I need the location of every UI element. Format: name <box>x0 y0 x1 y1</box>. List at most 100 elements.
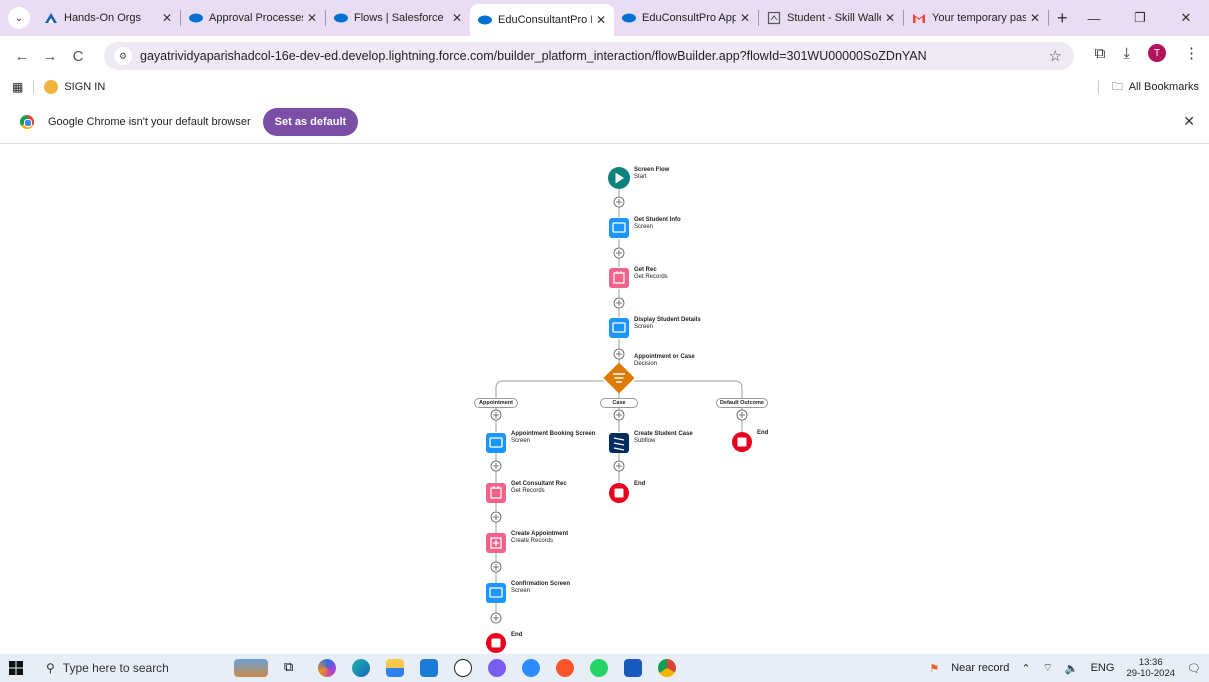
screen-node-confirmation[interactable] <box>486 583 506 603</box>
screen-node-display-student-details[interactable] <box>609 318 629 338</box>
extensions-icon[interactable]: ⧉ <box>1095 45 1106 62</box>
node-label: Screen Flow Start <box>634 167 669 181</box>
menu-kebab-icon[interactable]: ⋮ <box>1184 44 1199 62</box>
node-title: Appointment Booking Screen <box>511 431 596 437</box>
tab-flows[interactable]: Flows | Salesforce ✕ <box>326 4 470 32</box>
photos-icon[interactable] <box>420 659 438 677</box>
chevron-down-icon: ⌄ <box>14 12 24 24</box>
node-label: Get Rec Get Records <box>634 267 668 281</box>
node-label: Appointment Booking Screen Screen <box>511 431 595 445</box>
tray-expand-icon[interactable]: ⌃ <box>1021 662 1030 675</box>
tab-search-button[interactable]: ⌄ <box>8 7 30 29</box>
tab-label: EduConsultantPro Ev <box>498 14 592 26</box>
stop-icon <box>614 488 624 498</box>
url-text[interactable]: gayatrividyaparishadcol-16e-dev-ed.devel… <box>140 49 927 63</box>
restore-icon[interactable]: ❐ <box>1117 10 1163 26</box>
task-view-icon[interactable]: ⧉ <box>284 659 302 677</box>
branch-label-appointment[interactable]: Appointment <box>474 398 518 408</box>
close-icon[interactable]: ✕ <box>740 11 750 25</box>
language-indicator[interactable]: ENG <box>1091 662 1115 674</box>
clock[interactable]: 13:36 29-10-2024 <box>1126 657 1175 679</box>
bookmark-star-icon[interactable]: ☆ <box>1049 47 1062 65</box>
infobar-message: Google Chrome isn't your default browser <box>48 115 251 128</box>
default-browser-infobar: Google Chrome isn't your default browser… <box>0 100 1209 144</box>
close-window-icon[interactable]: ✕ <box>1163 10 1209 26</box>
branch-label-default-outcome[interactable]: Default Outcome <box>716 398 768 408</box>
close-icon[interactable]: ✕ <box>596 13 606 27</box>
screen-node-get-student-info[interactable] <box>609 218 629 238</box>
close-icon[interactable]: ✕ <box>1183 113 1195 130</box>
apps-grid-icon[interactable]: ▦ <box>12 80 23 94</box>
zoom-icon[interactable] <box>522 659 540 677</box>
tab-gmail[interactable]: Your temporary pass ✕ <box>904 4 1048 32</box>
windows-taskbar: ⚲ Type here to search ⧉ ⚑ Near record ⌃ … <box>0 654 1209 682</box>
node-title: End <box>634 481 646 487</box>
reload-icon[interactable]: C <box>64 48 92 65</box>
volume-icon[interactable]: 🔈 <box>1065 662 1079 675</box>
node-title: Appointment or Case <box>634 354 695 360</box>
branch-label-case[interactable]: Case <box>600 398 638 408</box>
gmail-icon <box>912 11 926 25</box>
document-icon <box>767 11 781 25</box>
tab-educonsultantpro[interactable]: EduConsultantPro Ev ✕ <box>470 4 614 36</box>
subflow-node-create-student-case[interactable] <box>609 433 629 453</box>
profile-avatar[interactable]: T <box>1148 44 1166 62</box>
node-label: Get Student Info Screen <box>634 217 681 231</box>
news-widget-icon[interactable] <box>234 659 268 677</box>
node-title: Screen Flow <box>634 167 670 173</box>
word-icon[interactable] <box>624 659 642 677</box>
weather-text[interactable]: Near record <box>951 662 1009 674</box>
node-type: Get Records <box>511 488 545 494</box>
close-icon[interactable]: ✕ <box>1030 11 1040 25</box>
all-bookmarks-label: All Bookmarks <box>1128 81 1199 93</box>
address-bar[interactable]: ⚙ gayatrividyaparishadcol-16e-dev-ed.dev… <box>104 42 1074 70</box>
close-icon[interactable]: ✕ <box>452 11 462 25</box>
back-icon[interactable]: ← <box>8 48 36 65</box>
edge-icon[interactable] <box>352 659 370 677</box>
close-icon[interactable]: ✕ <box>162 11 172 25</box>
whatsapp-icon[interactable] <box>590 659 608 677</box>
app-icon[interactable] <box>488 659 506 677</box>
download-icon[interactable]: ⤓ <box>1123 45 1130 62</box>
tab-educonsultpro-approval[interactable]: EduConsultPro Appr ✕ <box>614 4 758 32</box>
bookmark-favicon-icon <box>44 80 59 94</box>
node-type: Screen <box>511 438 531 444</box>
get-records-node-get-rec[interactable] <box>609 268 629 288</box>
copilot-icon[interactable] <box>318 659 336 677</box>
tab-label: EduConsultPro Appr <box>642 12 736 24</box>
salesforce-cloud-icon <box>189 11 203 25</box>
set-as-default-button[interactable]: Set as default <box>262 107 359 136</box>
all-bookmarks-button[interactable]: 🗀 All Bookmarks <box>1097 78 1199 97</box>
network-icon[interactable]: ⌔ <box>1043 661 1053 675</box>
node-title: Get Student Info <box>634 217 681 223</box>
salesforce-cloud-icon <box>622 11 636 25</box>
brave-icon[interactable] <box>556 659 574 677</box>
salesforce-cloud-icon <box>334 11 348 25</box>
node-title: Create Student Case <box>634 431 693 437</box>
notifications-icon[interactable]: 🗨 <box>1187 662 1201 675</box>
node-title: Create Appointment <box>511 531 569 537</box>
forward-icon[interactable]: → <box>36 48 64 65</box>
bookmark-sign-in[interactable]: SIGN IN <box>44 80 105 94</box>
get-records-node-consultant[interactable] <box>486 483 506 503</box>
tab-student-skill-wallet[interactable]: Student - Skill Wallet ✕ <box>759 4 903 32</box>
flow-builder-canvas[interactable]: Screen Flow Start Get Student Info Screen … <box>0 145 1209 654</box>
close-icon[interactable]: ✕ <box>307 11 317 25</box>
chrome-taskbar-icon[interactable] <box>658 659 676 677</box>
screen-node-appointment-booking[interactable] <box>486 433 506 453</box>
minimize-icon[interactable]: — <box>1071 11 1117 26</box>
site-settings-icon[interactable]: ⚙ <box>114 47 132 65</box>
taskbar-search[interactable]: ⚲ Type here to search <box>40 655 204 681</box>
tab-hands-on-orgs[interactable]: Hands-On Orgs ✕ <box>36 4 180 32</box>
windows-start-icon[interactable] <box>0 661 32 675</box>
tab-approval-processes[interactable]: Approval Processes | ✕ <box>181 4 325 32</box>
tab-label: Student - Skill Wallet <box>787 12 881 24</box>
file-explorer-icon[interactable] <box>386 659 404 677</box>
window-controls: — ❐ ✕ <box>1071 0 1209 36</box>
close-icon[interactable]: ✕ <box>885 11 895 25</box>
dell-icon[interactable] <box>454 659 472 677</box>
weather-icon: ⚑ <box>929 662 940 675</box>
node-type: Screen <box>511 588 531 594</box>
node-type: Screen <box>634 224 654 230</box>
new-tab-button[interactable]: + <box>1057 8 1068 29</box>
